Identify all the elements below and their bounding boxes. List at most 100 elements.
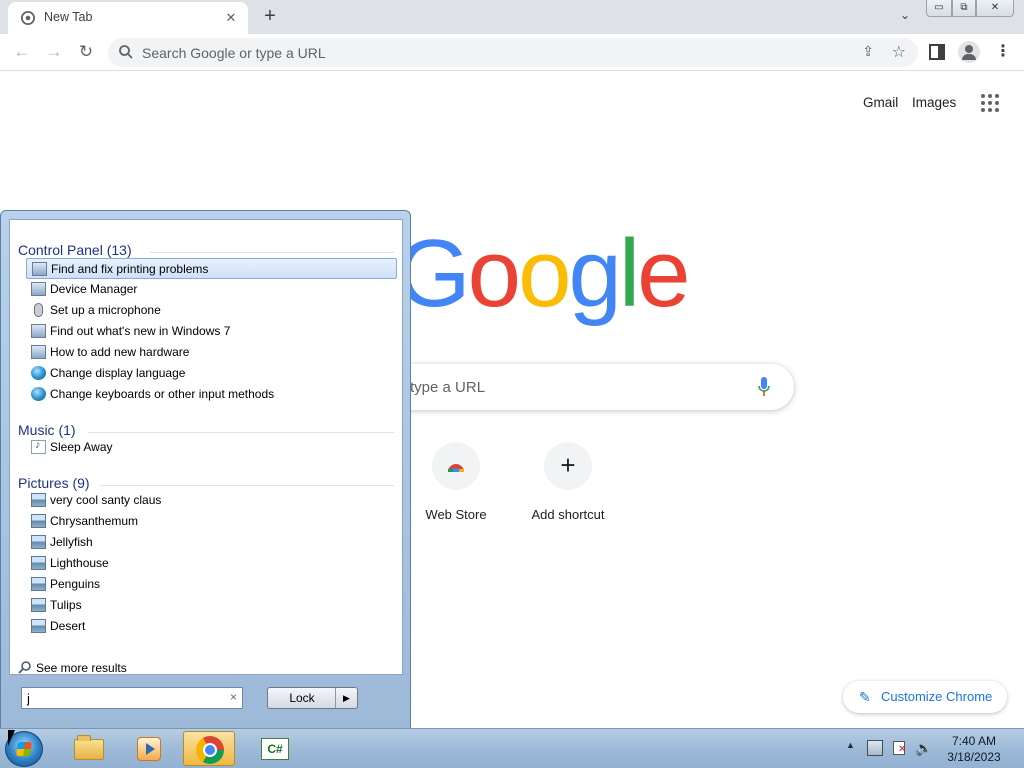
minimize-button[interactable]: ▭ (926, 0, 952, 17)
result-label: Change keyboards or other input methods (50, 387, 275, 401)
customize-chrome-button[interactable]: ✎ Customize Chrome (843, 681, 1007, 713)
result-label: Find out what's new in Windows 7 (50, 324, 231, 338)
close-window-button[interactable]: ✕ (976, 0, 1014, 17)
group-divider (100, 485, 394, 486)
back-button[interactable]: ← (10, 41, 34, 65)
customize-chrome-label: Customize Chrome (881, 689, 993, 704)
network-icon[interactable] (867, 740, 883, 756)
taskbar-windows-explorer[interactable] (63, 731, 115, 766)
result-add-new-hardware[interactable]: How to add new hardware (26, 342, 397, 363)
result-label: Set up a microphone (50, 303, 161, 317)
taskbar-csharp-editor[interactable]: C# (249, 731, 301, 766)
csharp-icon: C# (261, 738, 289, 760)
start-search-value: j (27, 691, 30, 706)
result-label: Lighthouse (50, 556, 109, 570)
result-label: Penguins (50, 577, 101, 591)
result-find-fix-printing[interactable]: Find and fix printing problems (26, 258, 397, 279)
group-divider (150, 252, 394, 253)
picture-file-icon (31, 556, 46, 570)
tab-new-tab[interactable]: New Tab ✕ (8, 2, 248, 34)
result-label: very cool santy claus (50, 493, 162, 507)
tab-search-icon[interactable]: ⌄ (895, 8, 915, 26)
music-file-icon (31, 439, 46, 454)
tab-close-icon[interactable]: ✕ (222, 9, 240, 27)
picture-file-icon (31, 598, 46, 612)
result-whats-new-windows7[interactable]: Find out what's new in Windows 7 (26, 321, 397, 342)
system-clock[interactable]: 7:40 AM 3/18/2023 (942, 733, 1006, 765)
result-sleep-away[interactable]: Sleep Away (26, 437, 397, 458)
lock-button[interactable]: Lock ▶ (267, 687, 358, 709)
show-hidden-icons-icon[interactable]: ▲ (846, 740, 855, 750)
group-divider (88, 432, 394, 433)
magnifier-icon (18, 661, 31, 674)
result-chrysanthemum[interactable]: Chrysanthemum (26, 511, 397, 532)
control-panel-icon (32, 262, 47, 276)
result-tulips[interactable]: Tulips (26, 595, 397, 616)
tab-title: New Tab (44, 10, 93, 24)
add-shortcut-button[interactable]: + Add shortcut (512, 442, 624, 532)
group-header-control-panel[interactable]: Control Panel (13) (18, 242, 132, 258)
gmail-link[interactable]: Gmail (863, 95, 898, 110)
picture-file-icon (31, 514, 46, 528)
taskbar-media-player[interactable] (123, 731, 175, 766)
result-label: Desert (50, 619, 86, 633)
group-header-music[interactable]: Music (1) (18, 422, 76, 438)
result-change-display-language[interactable]: Change display language (26, 363, 397, 384)
ntp-search-box[interactable]: type a URL (360, 364, 794, 410)
result-very-cool-santy-claus[interactable]: very cool santy claus (26, 490, 397, 511)
search-results-pane: Control Panel (13) Find and fix printing… (9, 219, 403, 675)
images-link[interactable]: Images (912, 95, 956, 110)
picture-file-icon (31, 619, 46, 633)
forward-button[interactable]: → (42, 41, 66, 65)
result-desert[interactable]: Desert (26, 616, 397, 637)
shortcut-label: Add shortcut (531, 507, 605, 522)
see-more-label: See more results (36, 661, 127, 675)
lock-label: Lock (289, 691, 315, 705)
result-label: Jellyfish (50, 535, 93, 549)
ntp-search-placeholder: type a URL (410, 379, 486, 396)
shutdown-options-arrow-icon[interactable]: ▶ (335, 688, 357, 708)
result-label: Tulips (50, 598, 82, 612)
mouse-cursor-icon (8, 730, 15, 746)
address-bar[interactable]: Search Google or type a URL ⇪ ☆ (108, 38, 918, 67)
action-center-flag-icon[interactable] (891, 740, 907, 756)
shortcut-label: Web Store (425, 507, 487, 522)
reload-button[interactable]: ↻ (74, 41, 98, 65)
picture-file-icon (31, 577, 46, 591)
clock-date: 3/18/2023 (947, 750, 1001, 764)
google-apps-icon[interactable] (981, 94, 999, 112)
new-tab-button[interactable]: + (259, 6, 281, 28)
group-header-pictures[interactable]: Pictures (9) (18, 475, 90, 491)
clear-search-icon[interactable]: × (230, 690, 237, 704)
result-label: Device Manager (50, 282, 138, 296)
volume-icon[interactable]: 🔊 (915, 740, 932, 756)
side-panel-icon[interactable] (929, 44, 945, 60)
taskbar-google-chrome[interactable] (183, 731, 235, 766)
result-set-up-microphone[interactable]: Set up a microphone (26, 300, 397, 321)
shortcut-web-store[interactable]: Web Store (400, 442, 512, 532)
picture-file-icon (31, 535, 46, 549)
result-label: Chrysanthemum (50, 514, 139, 528)
voice-search-mic-icon[interactable] (758, 377, 770, 397)
result-jellyfish[interactable]: Jellyfish (26, 532, 397, 553)
result-device-manager[interactable]: Device Manager (26, 279, 397, 300)
share-icon[interactable]: ⇪ (862, 43, 874, 60)
start-search-input[interactable]: j × (21, 687, 243, 709)
start-menu: Control Panel (13) Find and fix printing… (0, 210, 411, 730)
browser-toolbar: ← → ↻ Search Google or type a URL ⇪ ☆ (0, 34, 1024, 71)
profile-avatar-icon[interactable] (958, 41, 980, 63)
chrome-icon (196, 736, 224, 764)
pencil-icon: ✎ (859, 689, 871, 705)
result-lighthouse[interactable]: Lighthouse (26, 553, 397, 574)
result-penguins[interactable]: Penguins (26, 574, 397, 595)
chrome-favicon-icon (21, 11, 35, 25)
web-store-icon (448, 464, 464, 472)
maximize-button[interactable]: ⧉ (952, 0, 976, 17)
add-shortcut-tile: + (544, 442, 592, 490)
control-panel-icon (31, 345, 46, 359)
bookmark-star-icon[interactable]: ☆ (892, 42, 906, 62)
folder-icon (74, 735, 104, 760)
result-change-keyboards[interactable]: Change keyboards or other input methods (26, 384, 397, 405)
result-label: Sleep Away (50, 440, 113, 454)
chrome-menu-icon[interactable]: ⋮ (995, 42, 1011, 62)
